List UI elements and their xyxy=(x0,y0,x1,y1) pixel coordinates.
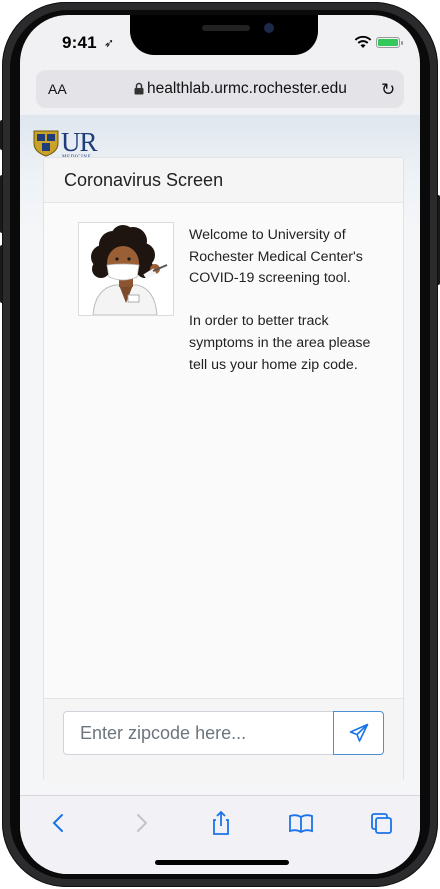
crest-icon xyxy=(33,130,59,157)
battery-icon xyxy=(376,37,403,48)
reload-icon[interactable]: ↻ xyxy=(381,80,395,100)
text-size-button[interactable]: AA xyxy=(48,81,67,97)
card-header: Coronavirus Screen xyxy=(44,158,403,203)
bookmarks-icon xyxy=(289,814,313,834)
wifi-icon xyxy=(354,35,372,48)
speaker-grille xyxy=(202,25,250,31)
card-title: Coronavirus Screen xyxy=(64,170,224,190)
bot-message: Welcome to University of Rochester Medic… xyxy=(189,225,379,398)
share-icon xyxy=(213,810,229,835)
doctor-avatar-illustration xyxy=(91,225,168,316)
notch xyxy=(130,15,318,55)
message-paragraph-2: In order to better track symptoms in the… xyxy=(189,313,371,373)
doctor-avatar xyxy=(78,222,174,316)
tabs-button[interactable] xyxy=(366,808,396,838)
tabs-icon xyxy=(371,813,392,834)
input-area xyxy=(44,698,403,782)
chat-card: Coronavirus Screen Welcome to University… xyxy=(43,157,404,782)
message-paragraph-1: Welcome to University of Rochester Medic… xyxy=(189,227,363,287)
send-button[interactable] xyxy=(333,711,384,755)
forward-button[interactable] xyxy=(126,808,156,838)
bookmarks-button[interactable] xyxy=(286,808,316,838)
home-indicator[interactable] xyxy=(155,860,289,865)
back-button[interactable] xyxy=(44,808,74,838)
web-page: UR MEDICINE Coronavirus Screen xyxy=(20,115,420,795)
front-camera xyxy=(264,23,274,33)
paper-plane-icon xyxy=(349,723,369,742)
address-bar[interactable]: AA healthlab.urmc.rochester.edu ↻ xyxy=(36,70,404,108)
lock-icon xyxy=(134,82,144,95)
logo-text: UR xyxy=(61,127,98,157)
forward-icon xyxy=(137,814,148,832)
location-icon: ➶ xyxy=(104,36,115,50)
url-text[interactable]: healthlab.urmc.rochester.edu xyxy=(147,80,347,98)
phone-screen: 9:41 ➶ AA healthlab.urmc.rochester.edu ↻ xyxy=(20,15,420,874)
share-button[interactable] xyxy=(206,808,236,838)
status-time: 9:41 xyxy=(62,33,97,52)
zipcode-input[interactable] xyxy=(63,711,333,755)
back-icon xyxy=(52,814,63,832)
